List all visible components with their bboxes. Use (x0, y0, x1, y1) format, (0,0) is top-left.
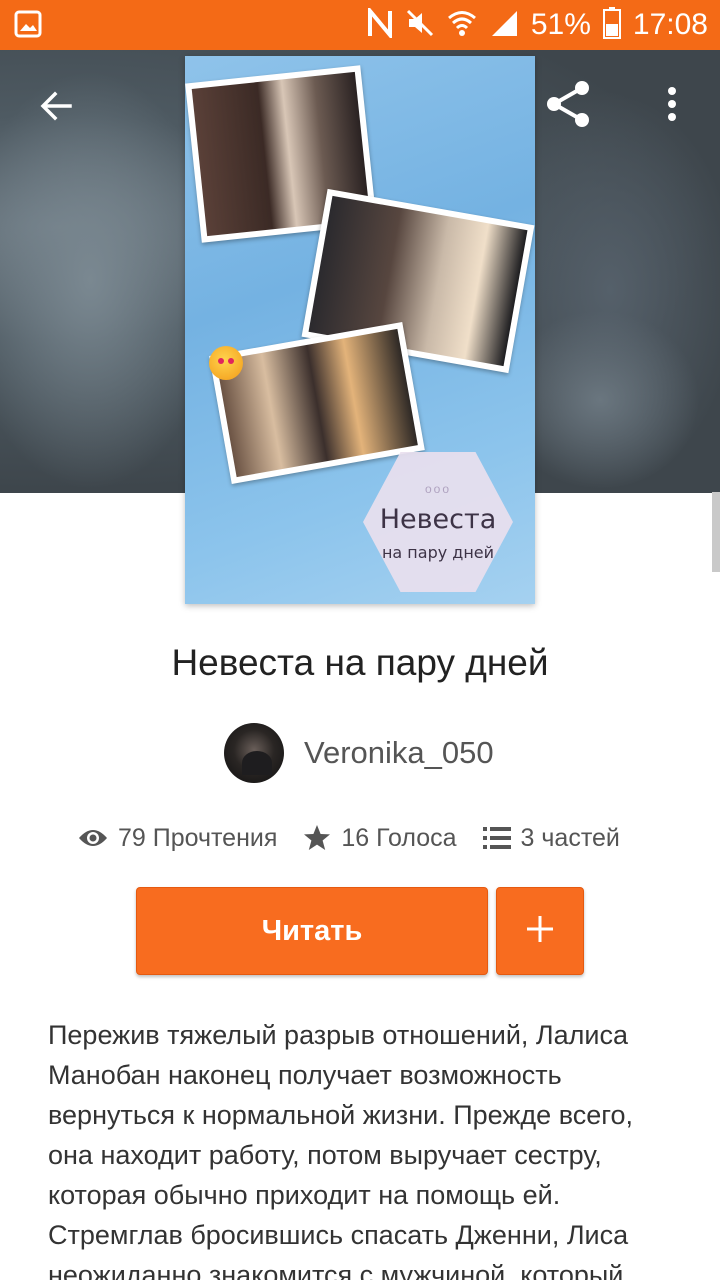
arrow-left-icon (38, 88, 74, 129)
avatar[interactable] (224, 723, 284, 783)
story-stats: 79 Прочтения 16 Голоса 3 частей (78, 816, 620, 860)
read-button-label: Читать (261, 914, 363, 947)
mute-icon (405, 8, 435, 43)
wifi-icon (447, 8, 477, 43)
battery-percent: 51% (530, 8, 591, 41)
heart-eyes-emoji-icon (209, 346, 243, 380)
share-button[interactable] (538, 76, 598, 136)
share-icon (543, 79, 593, 134)
votes-stat: 16 Голоса (303, 823, 457, 853)
back-button[interactable] (26, 78, 86, 138)
more-options-button[interactable] (650, 76, 694, 136)
nfc-icon (367, 4, 393, 43)
read-button[interactable]: Читать (136, 887, 488, 975)
cover-dots: ooo (424, 482, 452, 496)
story-cover[interactable]: ooo Невеста на пару дней (185, 56, 535, 604)
cover-title: Невеста (379, 504, 497, 535)
status-bar: 51% 17:08 (0, 0, 720, 50)
add-to-library-button[interactable] (496, 887, 584, 975)
battery-icon (602, 6, 621, 44)
signal-icon (489, 8, 519, 43)
reads-stat: 79 Прочтения (78, 824, 277, 853)
parts-stat: 3 частей (482, 823, 620, 853)
author-name[interactable]: Veronika_050 (304, 735, 494, 771)
clock: 17:08 (632, 8, 708, 41)
scrollbar[interactable] (712, 492, 720, 572)
eye-icon (78, 827, 108, 849)
star-icon (303, 824, 331, 852)
more-vertical-icon (667, 86, 677, 127)
list-icon (482, 826, 511, 850)
story-description: Пережив тяжелый разрыв отношений, Лалиса… (48, 1020, 634, 1280)
story-title: Невеста на пару дней (171, 642, 549, 683)
votes-count: 16 Голоса (341, 823, 457, 852)
cover-title-badge: ooo Невеста на пару дней (363, 452, 513, 592)
reads-count: 79 Прочтения (118, 823, 278, 852)
plus-icon (526, 915, 554, 948)
cover-subtitle: на пару дней (381, 543, 495, 562)
cover-photo (209, 321, 425, 485)
author-link[interactable]: Veronika_050 (224, 722, 494, 784)
parts-count: 3 частей (520, 823, 620, 852)
gallery-icon (14, 10, 42, 38)
